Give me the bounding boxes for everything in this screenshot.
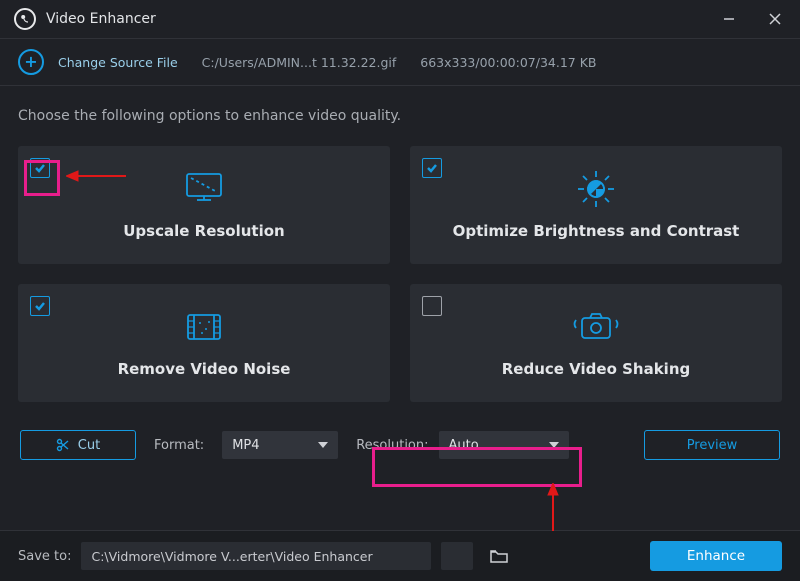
monitor-icon xyxy=(181,170,227,208)
sun-icon xyxy=(574,170,618,208)
card-label: Remove Video Noise xyxy=(118,360,291,378)
card-reduce-shaking[interactable]: Reduce Video Shaking xyxy=(410,284,782,402)
save-to-label: Save to: xyxy=(18,549,71,564)
titlebar: Video Enhancer xyxy=(0,0,800,39)
checkbox-noise[interactable] xyxy=(30,296,50,316)
save-bar: Save to: C:\Vidmore\Vidmore V...erter\Vi… xyxy=(0,530,800,581)
change-source-link[interactable]: Change Source File xyxy=(58,55,178,70)
cut-button[interactable]: Cut xyxy=(20,430,136,460)
app-title: Video Enhancer xyxy=(46,11,706,27)
enhance-label: Enhance xyxy=(687,548,745,564)
annotation-arrow-resolution xyxy=(545,483,561,535)
card-upscale-resolution[interactable]: Upscale Resolution xyxy=(18,146,390,264)
save-path-text: C:\Vidmore\Vidmore V...erter\Video Enhan… xyxy=(91,549,372,564)
source-bar: + Change Source File C:/Users/ADMIN...t … xyxy=(0,39,800,86)
card-brightness-contrast[interactable]: Optimize Brightness and Contrast xyxy=(410,146,782,264)
resolution-value: Auto xyxy=(449,438,479,453)
resolution-label: Resolution: xyxy=(356,438,428,453)
format-label: Format: xyxy=(154,438,204,453)
minimize-button[interactable] xyxy=(706,0,752,38)
resolution-select[interactable]: Auto xyxy=(439,431,569,459)
chevron-down-icon xyxy=(318,442,328,448)
save-path-dropdown[interactable] xyxy=(441,542,473,570)
enhance-button[interactable]: Enhance xyxy=(650,541,782,571)
checkbox-shaking[interactable] xyxy=(422,296,442,316)
open-folder-button[interactable] xyxy=(483,542,515,570)
camera-shake-icon xyxy=(570,308,622,346)
preview-label: Preview xyxy=(687,438,738,453)
cut-label: Cut xyxy=(78,438,100,453)
format-value: MP4 xyxy=(232,438,259,453)
add-icon[interactable]: + xyxy=(18,49,44,75)
source-path: C:/Users/ADMIN...t 11.32.22.gif xyxy=(202,55,397,70)
preview-button[interactable]: Preview xyxy=(644,430,780,460)
source-info: 663x333/00:00:07/34.17 KB xyxy=(420,55,596,70)
checkbox-brightness[interactable] xyxy=(422,158,442,178)
checkbox-upscale[interactable] xyxy=(30,158,50,178)
chevron-down-icon xyxy=(549,442,559,448)
close-button[interactable] xyxy=(752,0,798,38)
card-label: Reduce Video Shaking xyxy=(502,360,691,378)
instruction-text: Choose the following options to enhance … xyxy=(18,108,782,124)
card-remove-noise[interactable]: Remove Video Noise xyxy=(18,284,390,402)
control-bar: Cut Format: MP4 Resolution: Auto Preview xyxy=(18,430,782,460)
save-path-field[interactable]: C:\Vidmore\Vidmore V...erter\Video Enhan… xyxy=(81,542,431,570)
app-logo-icon xyxy=(14,8,36,30)
card-label: Upscale Resolution xyxy=(123,222,284,240)
format-select[interactable]: MP4 xyxy=(222,431,338,459)
card-label: Optimize Brightness and Contrast xyxy=(453,222,740,240)
film-icon xyxy=(182,308,226,346)
resolution-group: Resolution: Auto xyxy=(356,431,568,459)
scissors-icon xyxy=(56,438,70,452)
options-grid: Upscale Resolution Optimize Brightness a… xyxy=(18,146,782,402)
